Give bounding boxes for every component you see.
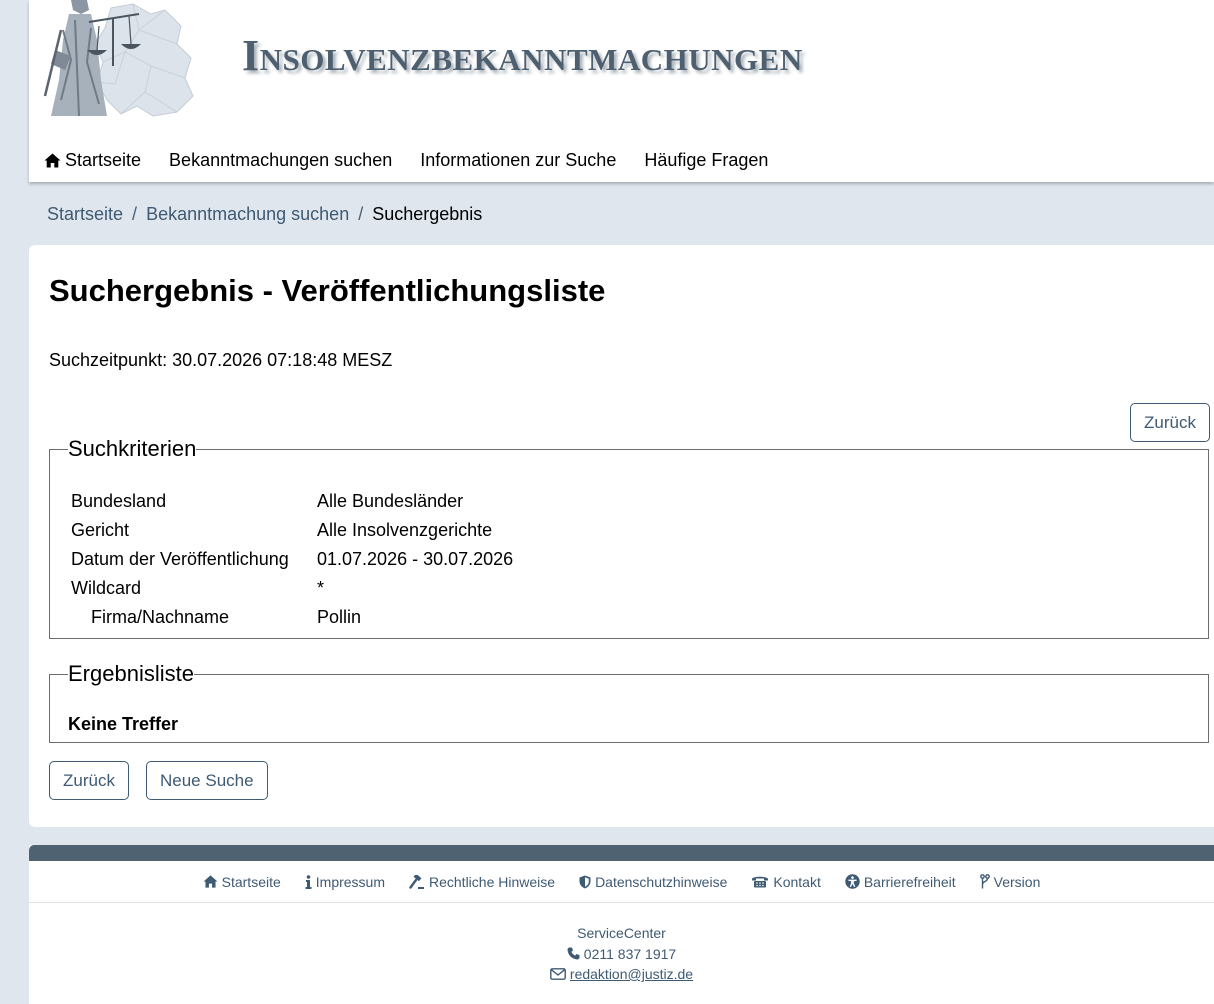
footer-link-startseite[interactable]: Startseite [203, 874, 281, 890]
criteria-value: Alle Bundesländer [317, 491, 464, 511]
footer-link-label: Version [993, 873, 1041, 890]
home-icon [203, 875, 218, 888]
service-phone-number: 0211 837 1917 [583, 945, 677, 962]
nav-item-label: Informationen zur Suche [420, 150, 617, 170]
footer-link-label: Impressum [315, 873, 385, 890]
footer-link-label: Datenschutzhinweise [595, 873, 728, 890]
service-center: ServiceCenter 0211 837 1917 redaktion@ju… [29, 903, 1214, 985]
shield-icon [579, 875, 591, 888]
footer-link-label: Kontakt [773, 873, 821, 890]
criteria-row-datum: Datum der Veröffentlichung 01.07.2026 - … [71, 549, 513, 570]
main-content: Suchergebnis - Veröffentlichungsliste Su… [29, 245, 1214, 827]
home-icon [44, 153, 61, 168]
footer-link-label: Startseite [221, 873, 281, 890]
criteria-label: Wildcard [71, 578, 142, 598]
back-button-top[interactable]: Zurück [1130, 403, 1210, 442]
service-email-link[interactable]: redaktion@justiz.de [570, 964, 693, 985]
page-title: Suchergebnis - Veröffentlichungsliste [49, 273, 606, 308]
criteria-label: Datum der Veröffentlichung [71, 549, 289, 569]
info-icon [305, 874, 312, 889]
main-navigation: Startseite Bekanntmachungen suchen Infor… [44, 150, 796, 171]
justitia-map-logo[interactable] [41, 0, 196, 118]
criteria-value: 01.07.2026 - 30.07.2026 [317, 549, 514, 569]
site-title: Insolvenzbekanntmachungen [242, 31, 803, 80]
criteria-label: Gericht [71, 520, 130, 540]
breadcrumb-separator: / [358, 204, 364, 224]
nav-item-label: Startseite [65, 150, 142, 170]
criteria-row-gericht: Gericht Alle Insolvenzgerichte [71, 520, 492, 541]
result-list-legend: Ergebnisliste [68, 660, 194, 688]
criteria-value: Alle Insolvenzgerichte [317, 520, 493, 540]
back-button-bottom[interactable]: Zurück [49, 761, 129, 800]
criteria-value: * [317, 578, 325, 598]
accessibility-icon [845, 874, 860, 889]
footer-link-label: Barrierefreiheit [863, 873, 956, 890]
service-phone: 0211 837 1917 [29, 944, 1214, 965]
breadcrumb-link-startseite[interactable]: Startseite [47, 204, 123, 225]
result-list-fieldset: Ergebnisliste Keine Treffer [49, 660, 1209, 743]
footer-link-impressum[interactable]: Impressum [305, 874, 385, 890]
nav-item-startseite[interactable]: Startseite [44, 150, 141, 171]
search-timestamp: Suchzeitpunkt: 30.07.2026 07:18:48 MESZ [49, 350, 393, 370]
breadcrumb-separator: / [132, 204, 138, 224]
criteria-value: Pollin [317, 607, 362, 627]
nav-item-label: Bekanntmachungen suchen [169, 150, 393, 170]
criteria-row-wildcard: Wildcard * [71, 578, 324, 599]
site-header: Insolvenzbekanntmachungen Startseite Bek… [29, 0, 1214, 182]
service-center-title: ServiceCenter [577, 925, 666, 941]
footer-link-barrierefreiheit[interactable]: Barrierefreiheit [845, 874, 956, 890]
new-search-button[interactable]: Neue Suche [146, 761, 268, 800]
footer-link-rechtliche-hinweise[interactable]: Rechtliche Hinweise [409, 874, 555, 890]
footer-links: Startseite Impressum Rechtliche Hinweise [29, 861, 1214, 903]
breadcrumb-link-bekanntmachung-suchen[interactable]: Bekanntmachung suchen [146, 204, 349, 225]
search-criteria-legend: Suchkriterien [68, 435, 197, 463]
search-criteria-fieldset: Suchkriterien Bundesland Alle Bundesländ… [49, 435, 1209, 639]
criteria-label: Firma/Nachname [91, 607, 230, 627]
phone-icon [567, 947, 580, 960]
page: Insolvenzbekanntmachungen Startseite Bek… [29, 0, 1214, 1004]
envelope-icon [550, 968, 566, 981]
branch-icon [979, 874, 990, 889]
footer-divider-bar [29, 845, 1214, 861]
breadcrumb: Startseite / Bekanntmachung suchen / Suc… [47, 204, 482, 225]
gavel-icon [409, 874, 424, 889]
criteria-row-firma-nachname: Firma/Nachname Pollin [71, 607, 361, 628]
breadcrumb-current: Suchergebnis [372, 204, 483, 224]
footer-link-label: Rechtliche Hinweise [429, 873, 556, 890]
site-footer: Startseite Impressum Rechtliche Hinweise [29, 845, 1214, 1004]
phone-office-icon [752, 876, 769, 888]
footer-link-version[interactable]: Version [979, 873, 1041, 890]
footer-link-kontakt[interactable]: Kontakt [751, 873, 821, 890]
service-email: redaktion@justiz.de [29, 964, 1214, 985]
nav-item-bekanntmachungen-suchen[interactable]: Bekanntmachungen suchen [169, 150, 392, 171]
no-results-text: Keine Treffer [68, 714, 179, 734]
footer-link-datenschutzhinweise[interactable]: Datenschutzhinweise [579, 874, 727, 890]
criteria-label: Bundesland [71, 491, 167, 511]
nav-item-label: Häufige Fragen [644, 150, 769, 170]
nav-item-haeufige-fragen[interactable]: Häufige Fragen [644, 150, 768, 171]
criteria-row-bundesland: Bundesland Alle Bundesländer [71, 491, 463, 512]
nav-item-informationen-zur-suche[interactable]: Informationen zur Suche [420, 150, 616, 171]
